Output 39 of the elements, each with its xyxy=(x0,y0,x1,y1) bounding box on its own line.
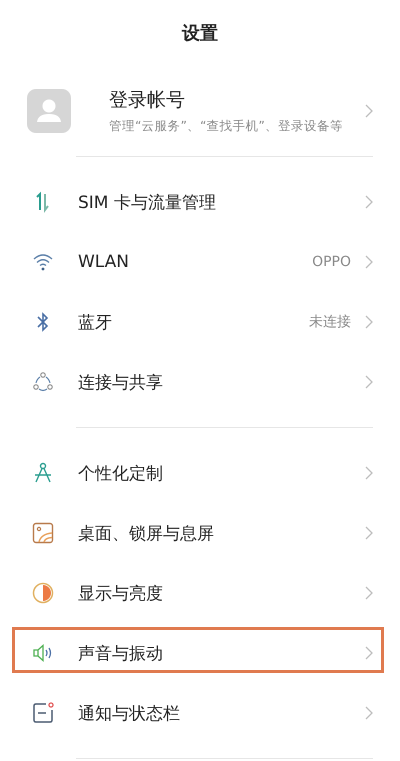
settings-item[interactable]: 通知与状态栏 xyxy=(0,683,400,743)
chevron-icon xyxy=(365,195,373,209)
item-label: SIM 卡与流量管理 xyxy=(78,192,217,214)
item-label: 显示与亮度 xyxy=(78,582,164,604)
picture-frame-icon xyxy=(31,521,55,545)
chevron-icon xyxy=(365,255,373,269)
settings-item[interactable]: 显示与亮度 xyxy=(0,563,400,623)
settings-item[interactable]: 个性化定制 xyxy=(0,443,400,503)
chevron-icon xyxy=(365,315,373,329)
account-row[interactable]: 登录帐号 管理“云服务”、“查找手机”、登录设备等 xyxy=(0,65,400,156)
item-value: OPPO xyxy=(312,254,351,270)
notification-icon xyxy=(31,701,55,725)
chevron-icon xyxy=(365,586,373,600)
settings-item[interactable]: 声音与振动 xyxy=(0,623,400,683)
item-value: 未连接 xyxy=(309,313,351,331)
settings-item[interactable]: 桌面、锁屏与息屏 xyxy=(0,503,400,563)
settings-item[interactable]: SIM 卡与流量管理 xyxy=(0,172,400,232)
item-label: 个性化定制 xyxy=(78,462,164,484)
account-title: 登录帐号 xyxy=(109,88,186,112)
item-label: 蓝牙 xyxy=(78,312,113,334)
settings-item[interactable]: 连接与共享 xyxy=(0,352,400,412)
chevron-icon xyxy=(365,646,373,660)
half-circle-icon xyxy=(31,581,55,605)
page-title: 设置 xyxy=(182,22,218,44)
avatar-icon xyxy=(27,88,71,132)
item-label: 连接与共享 xyxy=(78,372,164,394)
item-label: 桌面、锁屏与息屏 xyxy=(78,522,215,544)
chevron-icon xyxy=(365,375,373,389)
settings-item[interactable]: WLAN OPPO xyxy=(0,232,400,292)
item-label: WLAN xyxy=(78,252,130,272)
chevron-icon xyxy=(365,104,373,118)
settings-item[interactable]: 蓝牙 未连接 xyxy=(0,292,400,352)
item-label: 通知与状态栏 xyxy=(78,702,181,724)
chevron-icon xyxy=(365,526,373,540)
account-subtitle: 管理“云服务”、“查找手机”、登录设备等 xyxy=(109,118,344,134)
item-label: 声音与振动 xyxy=(78,642,164,664)
share-icon xyxy=(31,370,55,394)
chevron-icon xyxy=(365,466,373,480)
chevron-icon xyxy=(365,706,373,720)
